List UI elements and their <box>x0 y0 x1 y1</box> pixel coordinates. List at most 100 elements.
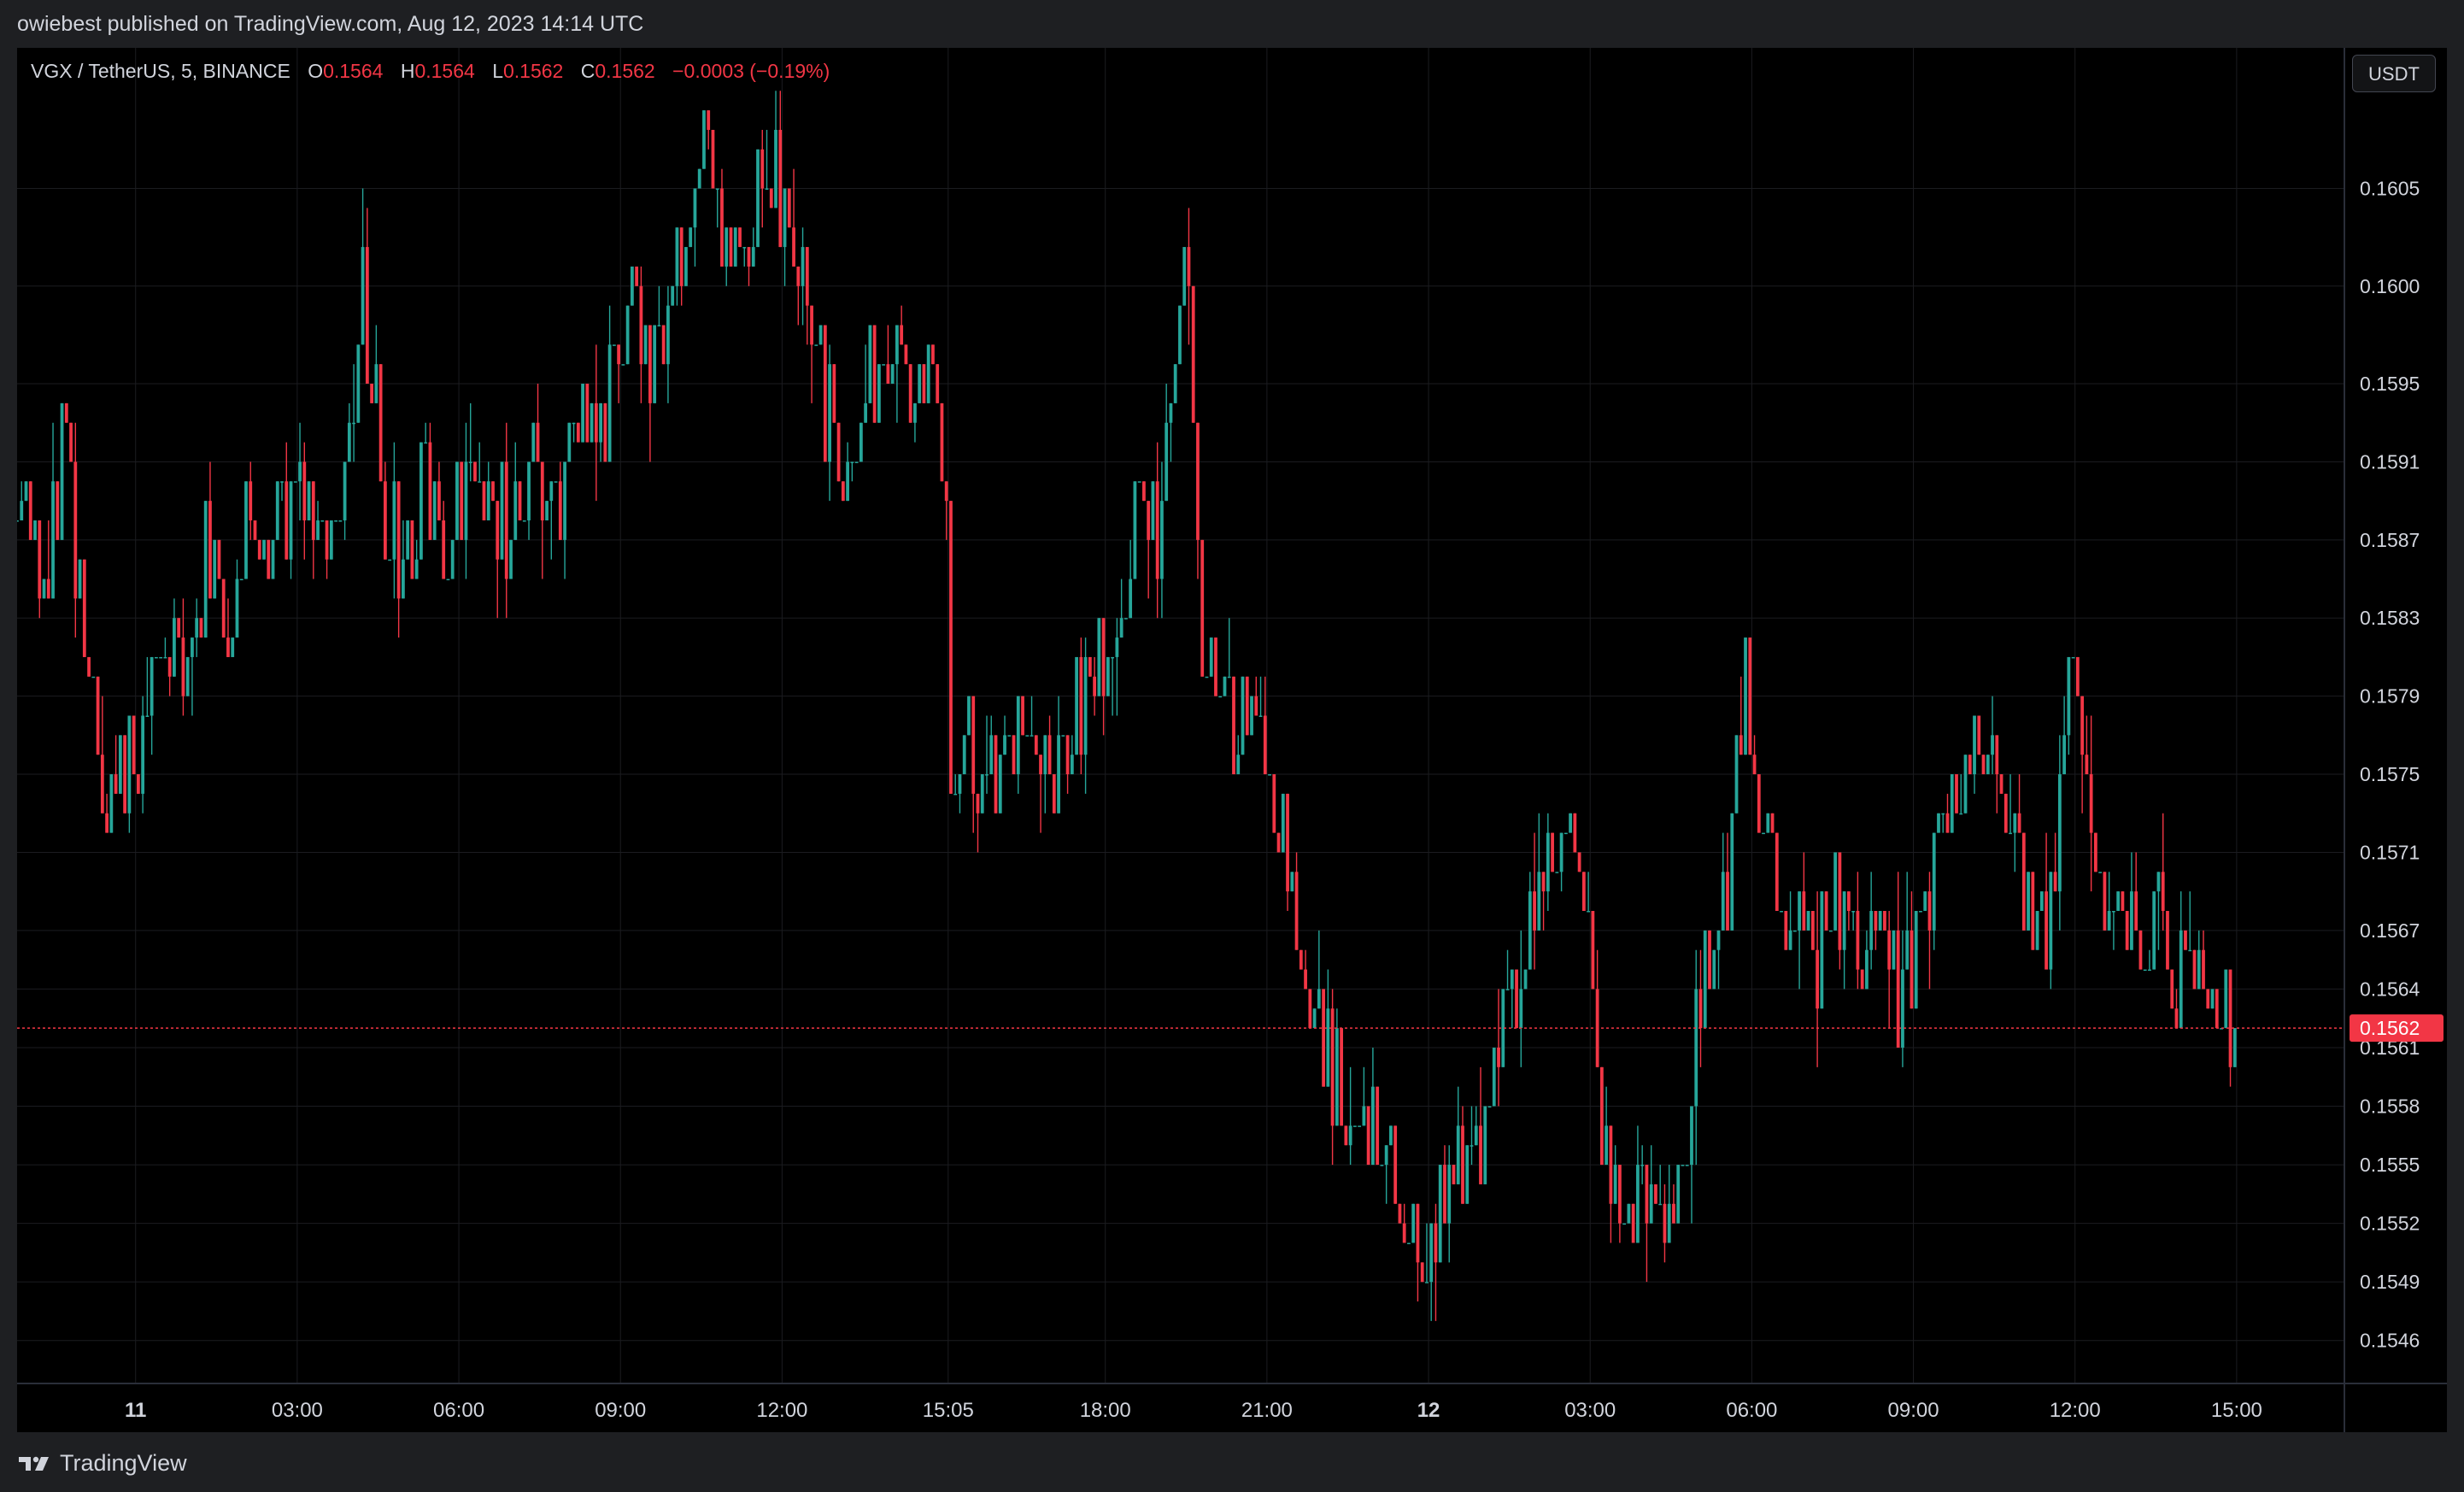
candle-body <box>931 344 935 365</box>
candle-body <box>693 188 697 228</box>
candle-body <box>707 110 711 130</box>
candle-body <box>1093 676 1097 696</box>
candle-body <box>751 247 755 267</box>
candle-body <box>500 461 504 560</box>
candle-body <box>643 325 648 365</box>
candle-body <box>199 618 203 638</box>
time-tick-label: 06:00 <box>433 1399 484 1422</box>
candle-body <box>1932 832 1936 931</box>
candle-body <box>1694 989 1698 1107</box>
candle-body <box>1312 1008 1317 1029</box>
candle-body <box>1914 911 1918 1009</box>
candle-body <box>320 520 325 522</box>
candle-body <box>1505 989 1510 990</box>
candle-body <box>1739 735 1743 755</box>
candle-body <box>1955 774 1958 814</box>
candle-body <box>940 402 944 482</box>
candle-body <box>971 696 976 794</box>
candle-body <box>1043 735 1047 775</box>
symbol-legend[interactable]: VGX / TetherUS, 5, BINANCE O0.1564 H0.15… <box>31 60 830 83</box>
candle-body <box>73 461 78 599</box>
time-axis[interactable]: 11 03:00 06:00 09:00 12:00 15:05 18:00 21:00 12 0… <box>125 1399 2262 1422</box>
candle-body <box>145 715 150 717</box>
price-axis[interactable]: 0.15460.15490.15520.15550.15580.15610.15… <box>2360 178 2420 1352</box>
candle-body <box>2035 911 2039 950</box>
candle-body <box>733 227 737 267</box>
candle-body <box>944 481 948 502</box>
candle-body <box>1681 1165 1685 1166</box>
candle-body <box>239 579 243 581</box>
candle-body <box>1676 1165 1681 1224</box>
candle-body <box>167 656 172 677</box>
candle-body <box>805 247 809 306</box>
candle-body <box>2125 911 2129 950</box>
candle-body <box>91 676 96 678</box>
candle-body <box>1402 1223 1406 1243</box>
candle-body <box>293 481 297 483</box>
candle-body <box>464 461 468 540</box>
candle-body <box>1645 1165 1649 1224</box>
candle-body <box>1510 969 1514 990</box>
candle-body <box>1627 1203 1631 1224</box>
price-chart[interactable]: 0.15460.15490.15520.15550.15580.15610.15… <box>17 48 2447 1432</box>
chart-area[interactable]: 0.1546 0.1549 0.1552 0.1555 0.1558 0.1561 0.15… <box>17 48 2447 1432</box>
candle-body <box>1165 422 1169 502</box>
bottom-bar <box>0 1432 2464 1492</box>
candle-body <box>1021 696 1024 736</box>
candle-body <box>1474 1125 1478 1146</box>
candle-body <box>2188 949 2192 952</box>
candle-body <box>1721 872 1725 931</box>
candle-body <box>1923 891 1927 912</box>
candle-body <box>64 402 68 423</box>
candle-body <box>46 579 50 599</box>
candle-body <box>2031 872 2035 950</box>
candle-body <box>1963 755 1968 814</box>
candle-body <box>1541 872 1546 892</box>
candle-body <box>1551 832 1554 872</box>
candle-body <box>2174 1008 2179 1029</box>
candle-body <box>1371 1086 1375 1166</box>
candle-body <box>1052 774 1056 814</box>
candle-body <box>2197 949 2201 990</box>
candle-body <box>792 227 795 267</box>
symbol-name[interactable]: VGX / TetherUS, 5, BINANCE <box>31 60 290 82</box>
candle-body <box>361 247 365 345</box>
candle-body <box>868 325 872 403</box>
candle-body <box>1317 989 1321 1009</box>
candle-body <box>2085 755 2089 775</box>
candle-body <box>576 422 580 443</box>
candle-body <box>1744 637 1747 755</box>
candle-body <box>2134 891 2138 931</box>
candle-body <box>1528 891 1532 970</box>
candle-body <box>630 266 634 306</box>
candle-body <box>496 501 500 560</box>
candle-body <box>334 520 337 522</box>
candle-body <box>185 656 190 696</box>
candle-body <box>191 637 194 657</box>
candle-body <box>163 656 167 659</box>
time-tick-label: 03:00 <box>272 1399 323 1422</box>
candle-body <box>2215 989 2219 1029</box>
candle-body <box>2224 969 2228 1029</box>
candle-body <box>998 755 1002 814</box>
candle-body <box>531 422 536 462</box>
tradingview-brand[interactable]: TradingView <box>17 1450 187 1477</box>
candle-body <box>1559 832 1563 872</box>
currency-button[interactable]: USDT <box>2352 55 2436 92</box>
candle-body <box>612 344 616 346</box>
candle-body <box>78 559 82 599</box>
candle-body <box>365 247 369 385</box>
candle-body <box>1075 656 1078 755</box>
candle-body <box>1784 911 1788 950</box>
candle-body <box>2009 832 2012 835</box>
candle-body <box>1995 735 1999 775</box>
candle-body <box>1223 676 1227 696</box>
candle-body <box>271 539 275 579</box>
candle-body <box>1330 1008 1335 1126</box>
time-tick-label: 11 <box>125 1399 146 1422</box>
candle-body <box>486 481 490 520</box>
candle-body <box>854 461 859 463</box>
candle-body <box>396 481 401 599</box>
candle-body <box>329 520 333 560</box>
candle-body <box>17 520 19 522</box>
